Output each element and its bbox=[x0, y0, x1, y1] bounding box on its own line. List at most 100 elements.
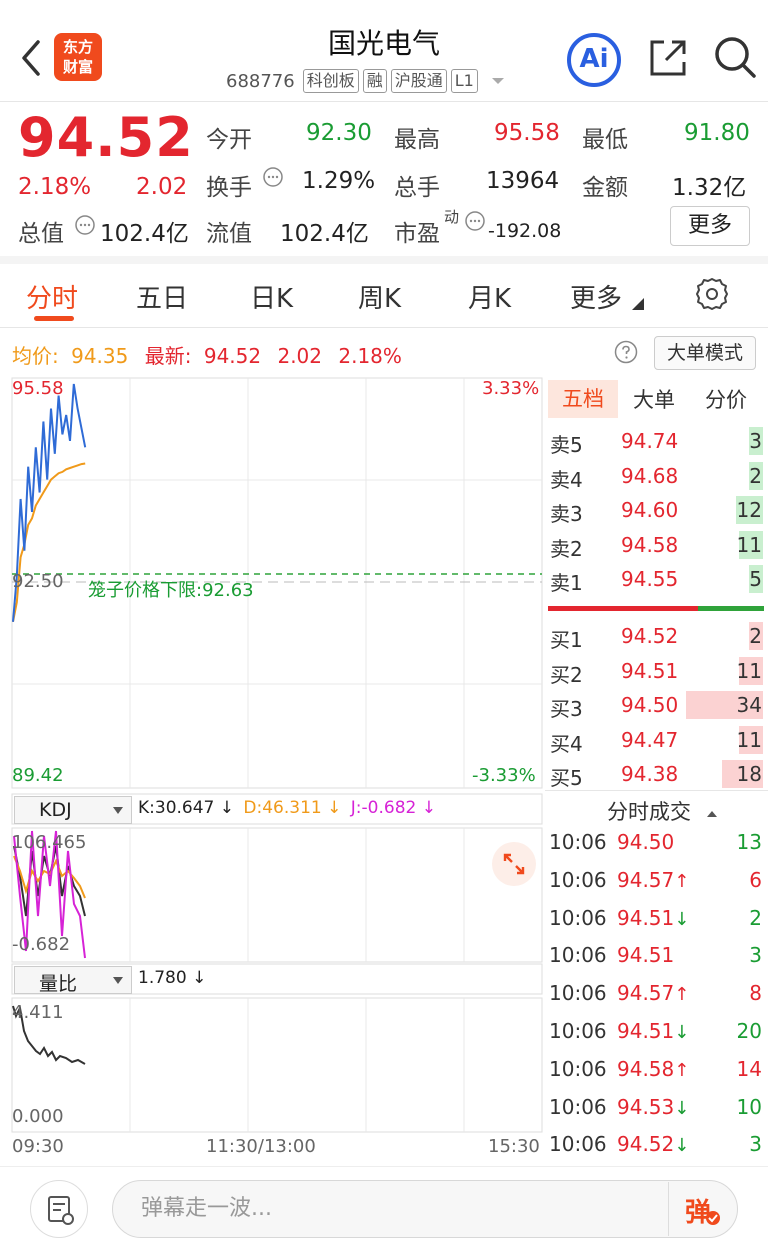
asks-level-2[interactable]: 卖4 94.68 2 bbox=[545, 459, 768, 493]
more-quote-button[interactable]: 更多 bbox=[670, 206, 750, 246]
asks-level-1[interactable]: 卖5 94.74 3 bbox=[545, 424, 768, 458]
asks-level-4[interactable]: 卖2 94.58 11 bbox=[545, 528, 768, 562]
level-label: 买4 bbox=[550, 731, 583, 756]
trade-volume: 14 bbox=[736, 1056, 762, 1081]
info-dots-icon[interactable] bbox=[464, 210, 486, 232]
change-percent: 2.18% bbox=[18, 174, 92, 200]
section-divider bbox=[0, 256, 768, 264]
trade-volume: 6 bbox=[749, 867, 762, 892]
bids-level-5[interactable]: 买5 94.38 18 bbox=[545, 757, 768, 791]
ask-bid-ratio-green bbox=[698, 606, 764, 611]
level-volume: 12 bbox=[736, 498, 762, 523]
caret-down-icon bbox=[113, 807, 123, 814]
kdj-values: K:30.647 ↓ D:46.311 ↓ J:-0.682 ↓ bbox=[138, 798, 436, 818]
trade-direction-icon: ↓ bbox=[674, 908, 690, 930]
big-order-mode-button[interactable]: 大单模式 bbox=[654, 336, 756, 370]
stock-subtitle: 688776 科创板 融 沪股通 L1 bbox=[226, 66, 508, 96]
search-icon[interactable] bbox=[712, 34, 758, 80]
trade-volume: 10 bbox=[736, 1094, 762, 1119]
stock-code: 688776 bbox=[226, 70, 295, 92]
trades-title[interactable]: 分时成交 bbox=[607, 796, 718, 826]
level-volume: 11 bbox=[736, 658, 762, 683]
tab-five-levels[interactable]: 五档 bbox=[548, 380, 618, 418]
trade-time: 10:06 bbox=[549, 905, 607, 930]
trade-direction-icon: ↑ bbox=[674, 870, 690, 892]
time-axis-mid: 11:30/13:00 bbox=[206, 1136, 316, 1157]
volume-ratio-select[interactable]: 量比 bbox=[14, 966, 132, 995]
trade-volume: 8 bbox=[749, 981, 762, 1006]
back-arrow-icon[interactable] bbox=[16, 38, 48, 78]
tab-big-orders[interactable]: 大单 bbox=[633, 384, 675, 414]
trade-time: 10:06 bbox=[549, 1132, 607, 1157]
level-label: 卖1 bbox=[550, 571, 583, 596]
kdj-select-label: KDJ bbox=[39, 799, 72, 821]
tab-daily-k[interactable]: 日K bbox=[250, 278, 293, 315]
low-value: 91.80 bbox=[684, 120, 750, 146]
expand-icon bbox=[503, 853, 525, 875]
avg-price-value: 94.35 bbox=[71, 344, 129, 368]
tab-monthly-k[interactable]: 月K bbox=[468, 278, 511, 315]
amount-value: 1.32亿 bbox=[672, 175, 747, 201]
info-dots-icon[interactable] bbox=[74, 214, 96, 236]
time-axis-end: 15:30 bbox=[488, 1136, 540, 1157]
trade-volume: 13 bbox=[736, 830, 762, 854]
asks-level-5[interactable]: 卖1 94.55 5 bbox=[545, 562, 768, 596]
trade-price: 94.51 bbox=[617, 943, 675, 968]
caret-down-icon[interactable] bbox=[488, 74, 508, 88]
help-icon[interactable] bbox=[614, 340, 638, 364]
gear-icon[interactable] bbox=[694, 276, 730, 312]
level-price: 94.74 bbox=[621, 429, 679, 453]
tab-more[interactable]: 更多 bbox=[570, 278, 622, 315]
open-label: 今开 bbox=[206, 127, 252, 153]
trade-price: 94.50 bbox=[617, 830, 675, 854]
kdj-indicator-select[interactable]: KDJ bbox=[14, 796, 132, 824]
level-price: 94.50 bbox=[621, 693, 679, 718]
brand-logo: 东方 财富 bbox=[54, 33, 102, 81]
share-icon[interactable] bbox=[646, 36, 690, 80]
info-dots-icon[interactable] bbox=[262, 166, 284, 188]
trade-time: 10:06 bbox=[549, 867, 607, 892]
total-value: 102.4亿 bbox=[100, 221, 189, 247]
divider bbox=[545, 790, 768, 791]
volume-label: 总手 bbox=[394, 175, 440, 201]
float-value: 102.4亿 bbox=[280, 221, 369, 247]
bids-level-2[interactable]: 买2 94.51 11 bbox=[545, 654, 768, 688]
notes-button[interactable] bbox=[30, 1180, 88, 1238]
intraday-summary: 均价: 94.35 最新: 94.52 2.02 2.18% bbox=[12, 340, 402, 369]
tab-weekly-k[interactable]: 周K bbox=[358, 278, 401, 315]
total-value-label: 总值 bbox=[18, 221, 64, 247]
ai-assistant-icon[interactable]: Ai bbox=[566, 32, 622, 88]
level-label: 买1 bbox=[550, 628, 583, 652]
danmaku-input[interactable]: 弹幕走一波... bbox=[112, 1180, 738, 1238]
expand-chart-button[interactable] bbox=[492, 842, 536, 886]
tab-intraday[interactable]: 分时 bbox=[26, 278, 78, 315]
level-price: 94.51 bbox=[621, 658, 679, 683]
asks-level-3[interactable]: 卖3 94.60 12 bbox=[545, 493, 768, 527]
trade-price: 94.57↑ bbox=[617, 867, 690, 892]
bids-level-3[interactable]: 买3 94.50 34 bbox=[545, 688, 768, 722]
pct-axis-top: 3.33% bbox=[482, 378, 540, 399]
volume-ratio-value: 1.780 ↓ bbox=[138, 968, 207, 988]
turnover-value: 1.29% bbox=[302, 168, 376, 194]
level-volume: 11 bbox=[736, 727, 762, 752]
bids-level-4[interactable]: 买4 94.47 11 bbox=[545, 723, 768, 757]
danmaku-toggle-button[interactable]: 弹 bbox=[668, 1182, 736, 1236]
level-price: 94.58 bbox=[621, 532, 679, 557]
tab-five-day[interactable]: 五日 bbox=[136, 278, 188, 315]
tab-price-split[interactable]: 分价 bbox=[705, 384, 747, 414]
price-limit-label: 笼子价格下限:92.63 bbox=[88, 580, 254, 601]
trade-row: 10:06 94.51↓ 2 bbox=[545, 900, 768, 938]
ask-bid-ratio-red bbox=[548, 606, 698, 611]
price-axis-mid: 92.50 bbox=[12, 571, 64, 592]
intraday-chart[interactable] bbox=[0, 376, 545, 1166]
open-value: 92.30 bbox=[306, 120, 372, 146]
trade-row: 10:06 94.51↓ 20 bbox=[545, 1013, 768, 1051]
trade-volume: 2 bbox=[749, 905, 762, 930]
logo-line-2: 财富 bbox=[62, 58, 93, 76]
trade-row: 10:06 94.51 3 bbox=[545, 937, 768, 975]
volume-ratio-axis-top: 4.411 bbox=[12, 1002, 64, 1023]
tag-star-market: 科创板 bbox=[302, 69, 359, 93]
pe-value: -192.08 bbox=[488, 220, 562, 242]
level-price: 94.68 bbox=[621, 463, 679, 488]
bids-level-1[interactable]: 买1 94.52 2 bbox=[545, 619, 768, 653]
